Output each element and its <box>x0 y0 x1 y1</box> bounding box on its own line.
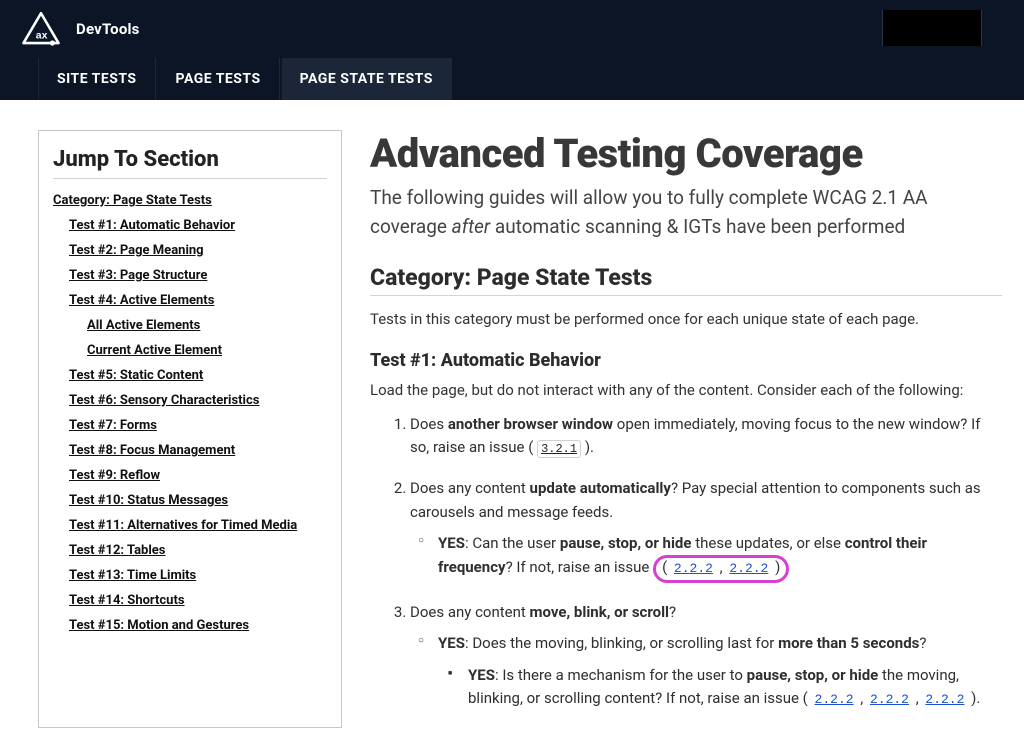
wcag-code-321[interactable]: 3.2.1 <box>537 440 581 458</box>
sidebar-test-12[interactable]: Test #12: Tables <box>69 543 165 558</box>
wcag-link-222b[interactable]: 2.2.2 <box>726 560 771 577</box>
page-title: Advanced Testing Coverage <box>370 130 1002 177</box>
brand-name: DevTools <box>76 20 140 38</box>
intro-em: after <box>452 215 490 238</box>
intro-text: The following guides will allow you to f… <box>370 183 1002 242</box>
wcag-link-222a[interactable]: 2.2.2 <box>671 560 716 577</box>
tab-page-state-tests[interactable]: PAGE STATE TESTS <box>282 58 452 100</box>
sidebar-test-10[interactable]: Test #10: Status Messages <box>69 493 228 508</box>
sidebar-title: Jump To Section <box>53 147 327 172</box>
svg-text:ax: ax <box>36 30 48 42</box>
sidebar-test-2[interactable]: Test #2: Page Meaning <box>69 243 204 258</box>
sidebar-test-7[interactable]: Test #7: Forms <box>69 418 157 433</box>
highlight-pill: ( 2.2.2 , 2.2.2 ) <box>653 555 789 583</box>
item-3-yes-yes: YES: Is there a mechanism for the user t… <box>452 664 1002 711</box>
category-heading: Category: Page State Tests <box>370 264 1002 291</box>
axe-logo-icon: ax <box>20 11 62 47</box>
jump-sidebar: Jump To Section Category: Page State Tes… <box>38 130 342 728</box>
wcag-link-222-2[interactable]: 2.2.2 <box>867 691 912 708</box>
test1-heading: Test #1: Automatic Behavior <box>370 350 1002 371</box>
main-content: Advanced Testing Coverage The following … <box>370 130 1002 728</box>
tabbar: SITE TESTS PAGE TESTS PAGE STATE TESTS <box>0 58 1024 100</box>
sidebar-divider <box>53 178 327 179</box>
sidebar-test-3[interactable]: Test #3: Page Structure <box>69 268 207 283</box>
sidebar-test-9[interactable]: Test #9: Reflow <box>69 468 160 483</box>
sidebar-test-4b[interactable]: Current Active Element <box>87 343 222 358</box>
sidebar-test-13[interactable]: Test #13: Time Limits <box>69 568 196 583</box>
sidebar-test-6[interactable]: Test #6: Sensory Characteristics <box>69 393 259 408</box>
topbar: ax DevTools <box>0 0 1024 58</box>
test1-items: Does another browser window open immedia… <box>370 413 1002 710</box>
sidebar-test-8[interactable]: Test #8: Focus Management <box>69 443 235 458</box>
sidebar-test-11[interactable]: Test #11: Alternatives for Timed Media <box>69 518 297 533</box>
test1-lead: Load the page, but do not interact with … <box>370 381 1002 399</box>
wcag-link-222-1[interactable]: 2.2.2 <box>812 691 857 708</box>
item-3: Does any content move, blink, or scroll?… <box>410 601 1002 710</box>
topbar-right-placeholder <box>882 10 982 46</box>
item-2-yes: YES: Can the user pause, stop, or hide t… <box>422 532 1002 583</box>
intro-post: automatic scanning & IGTs have been perf… <box>490 215 905 238</box>
tab-page-tests[interactable]: PAGE TESTS <box>158 58 280 100</box>
brand-wrap: ax DevTools <box>20 11 140 47</box>
sidebar-test-14[interactable]: Test #14: Shortcuts <box>69 593 185 608</box>
page-body: Jump To Section Category: Page State Tes… <box>0 100 1024 756</box>
category-divider <box>370 295 1002 296</box>
sidebar-test-4[interactable]: Test #4: Active Elements <box>69 293 214 308</box>
sidebar-test-1[interactable]: Test #1: Automatic Behavior <box>69 218 235 233</box>
item-1: Does another browser window open immedia… <box>410 413 1002 460</box>
wcag-link-222-3[interactable]: 2.2.2 <box>922 691 967 708</box>
item-2: Does any content update automatically? P… <box>410 477 1002 583</box>
tab-site-tests[interactable]: SITE TESTS <box>38 58 156 100</box>
item-3-yes: YES: Does the moving, blinking, or scrol… <box>422 632 1002 710</box>
sidebar-test-15[interactable]: Test #15: Motion and Gestures <box>69 618 249 633</box>
category-desc: Tests in this category must be performed… <box>370 310 1002 328</box>
sidebar-category-link[interactable]: Category: Page State Tests <box>53 193 212 208</box>
sidebar-test-5[interactable]: Test #5: Static Content <box>69 368 203 383</box>
sidebar-test-4a[interactable]: All Active Elements <box>87 318 200 333</box>
